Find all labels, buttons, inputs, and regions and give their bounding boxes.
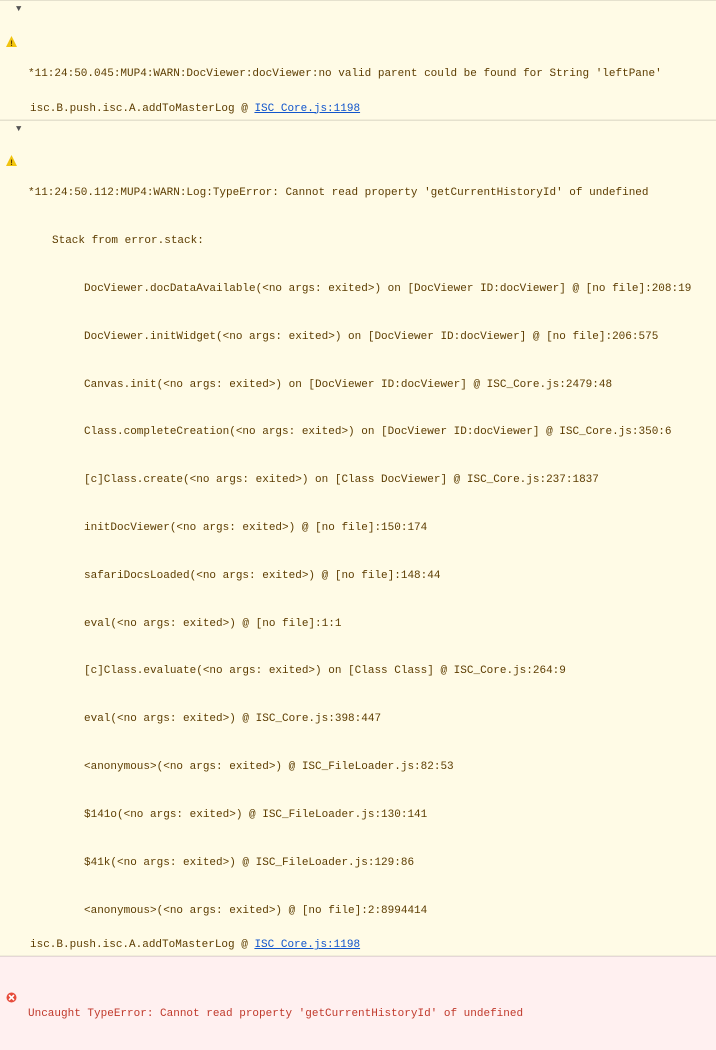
expand-arrow[interactable]: ▼: [16, 123, 21, 136]
console-entry-error: Uncaught TypeError: Cannot read property…: [0, 956, 716, 1050]
expand-arrow[interactable]: ▼: [16, 3, 21, 16]
stack-frame: DocViewer.docDataAvailable(<no args: exi…: [24, 282, 712, 298]
origin-prefix: isc.B.push.isc.A.addToMasterLog @: [30, 939, 254, 951]
stack-frame: DocViewer.initWidget(<no args: exited>) …: [24, 330, 712, 346]
stack-frame: safariDocsLoaded(<no args: exited>) @ [n…: [24, 569, 712, 585]
svg-text:!: !: [9, 40, 14, 47]
log-message: *11:24:50.045:MUP4:WARN:DocViewer:docVie…: [24, 67, 712, 83]
stack-frame: Canvas.init(<no args: exited>) on [DocVi…: [24, 378, 712, 394]
stack-frame: $141o(<no args: exited>) @ ISC_FileLoade…: [24, 808, 712, 824]
stack-frame: eval(<no args: exited>) @ ISC_Core.js:39…: [24, 712, 712, 728]
log-message: Uncaught TypeError: Cannot read property…: [24, 1007, 712, 1023]
stack-frame: $41k(<no args: exited>) @ ISC_FileLoader…: [24, 856, 712, 872]
origin-prefix: isc.B.push.isc.A.addToMasterLog @: [30, 103, 254, 115]
error-icon: [6, 960, 17, 971]
stack-frame: eval(<no args: exited>) @ [no file]:1:1: [24, 617, 712, 633]
stack-frame: [c]Class.create(<no args: exited>) on [C…: [24, 473, 712, 489]
log-message: *11:24:50.112:MUP4:WARN:Log:TypeError: C…: [24, 186, 712, 202]
stack-frame: [c]Class.evaluate(<no args: exited>) on …: [24, 664, 712, 680]
log-origin: isc.B.push.isc.A.addToMasterLog @ ISC Co…: [0, 101, 716, 120]
stack-header: Stack from error.stack:: [24, 234, 712, 250]
source-link[interactable]: ISC Core.js:1198: [254, 939, 360, 951]
log-origin: isc.B.push.isc.A.addToMasterLog @ ISC Co…: [0, 937, 716, 956]
source-link[interactable]: ISC Core.js:1198: [254, 103, 360, 115]
stack-frame: <anonymous>(<no args: exited>) @ ISC_Fil…: [24, 760, 712, 776]
svg-text:!: !: [9, 159, 14, 166]
console-entry-warn: ! ▼ *11:24:50.112:MUP4:WARN:Log:TypeErro…: [0, 120, 716, 938]
console-entry-warn: ! ▼ *11:24:50.045:MUP4:WARN:DocViewer:do…: [0, 0, 716, 101]
stack-frame: Class.completeCreation(<no args: exited>…: [24, 425, 712, 441]
stack-frame: <anonymous>(<no args: exited>) @ [no fil…: [24, 904, 712, 920]
stack-frame: initDocViewer(<no args: exited>) @ [no f…: [24, 521, 712, 537]
